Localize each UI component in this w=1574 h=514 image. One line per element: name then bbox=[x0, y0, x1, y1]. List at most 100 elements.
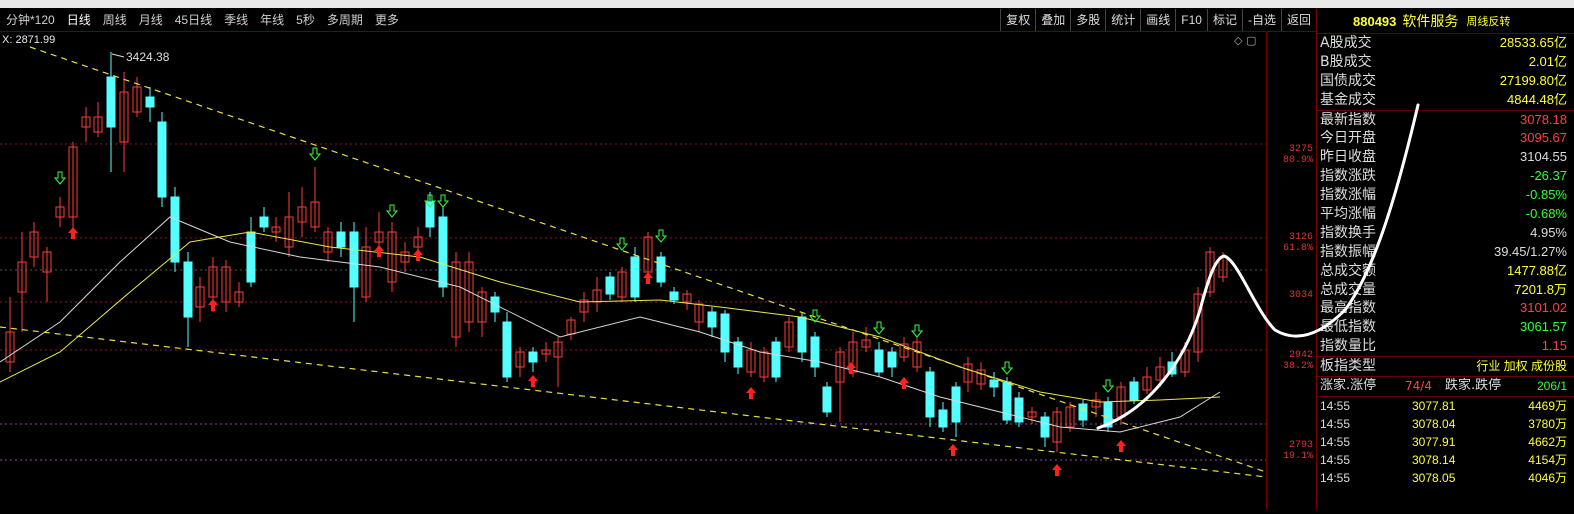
buy-signal-arrow bbox=[413, 249, 423, 261]
period-tab[interactable]: 日线 bbox=[61, 9, 97, 31]
period-tab[interactable]: 5秒 bbox=[290, 9, 321, 31]
breadth-up-label: 涨家.涨停 bbox=[1320, 378, 1377, 394]
stat-label: 最高指数 bbox=[1320, 300, 1376, 317]
tool-button[interactable]: F10 bbox=[1175, 9, 1207, 31]
candle-body bbox=[669, 291, 679, 301]
tick-row: 14:55 3077.91 4662万 bbox=[1317, 433, 1574, 451]
period-tab[interactable]: 多周期 bbox=[321, 9, 369, 31]
stat-value: 3078.18 bbox=[1520, 111, 1567, 127]
chart-canvas[interactable]: 3424.38 bbox=[0, 32, 1267, 510]
stat-value: -26.37 bbox=[1530, 168, 1567, 184]
stat-row: 国债成交 27199.80亿 bbox=[1317, 72, 1574, 91]
stat-value: 39.45/1.27% bbox=[1493, 243, 1567, 259]
stat-label: 今日开盘 bbox=[1320, 130, 1376, 147]
stat-value: 3061.57 bbox=[1520, 319, 1567, 335]
tool-button[interactable]: 复权 bbox=[1000, 9, 1035, 31]
period-tabs: 分钟*120 日线 周线 月线 45日线 季线 年线 5秒 多周期 更多 bbox=[0, 9, 405, 31]
stat-label: 平均涨幅 bbox=[1320, 206, 1376, 223]
sell-signal-arrow bbox=[385, 204, 399, 218]
stat-row: 昨日收盘 3104.55 bbox=[1317, 148, 1574, 167]
stat-value: 3101.02 bbox=[1520, 300, 1567, 316]
stat-label: 基金成交 bbox=[1320, 91, 1376, 108]
stat-value: 4.95% bbox=[1530, 224, 1567, 240]
tick-list: 14:55 3077.81 4469万 14:55 3078.04 3780万 14:55 3… bbox=[1317, 397, 1574, 487]
tick-price: 3078.04 bbox=[1412, 416, 1456, 431]
axis-price-label: 3126 bbox=[1288, 232, 1313, 243]
tool-button[interactable]: 返回 bbox=[1280, 9, 1316, 31]
stat-value: 2.01亿 bbox=[1528, 53, 1567, 69]
tool-button[interactable]: 画线 bbox=[1140, 9, 1175, 31]
buy-signal-arrow bbox=[899, 377, 909, 389]
period-tab[interactable]: 更多 bbox=[369, 9, 405, 31]
candle-body bbox=[336, 231, 346, 248]
breadth-up-value: 74/4 bbox=[1405, 379, 1432, 394]
candle-body bbox=[989, 379, 999, 388]
tool-button[interactable]: 统计 bbox=[1105, 9, 1140, 31]
index-code: 880493 bbox=[1353, 13, 1397, 29]
chart-settings-icons[interactable]: ◇ ▢ bbox=[1234, 34, 1256, 47]
axis-fib-label: 19.1% bbox=[1282, 451, 1313, 462]
axis-fib-label: 38.2% bbox=[1282, 361, 1313, 372]
index-type-label: 板指类型 bbox=[1320, 358, 1376, 375]
buy-signal-arrow bbox=[208, 299, 218, 311]
candle-body bbox=[349, 231, 359, 288]
stat-label: A股成交 bbox=[1320, 35, 1372, 51]
index-stats-list: 最新指数 3078.18 今日开盘 3095.67 昨日收盘 3104.55 指数涨跌 -26… bbox=[1317, 111, 1574, 357]
tool-button[interactable]: -自选 bbox=[1241, 9, 1281, 31]
stat-value: 1477.88亿 bbox=[1507, 262, 1567, 278]
buy-signal-arrow bbox=[1116, 440, 1126, 452]
breadth-row: 涨家.涨停 74/4 跌家.跌停 206/1 bbox=[1317, 377, 1574, 396]
candle-body bbox=[145, 96, 155, 108]
stat-row: 总成交量 7201.8万 bbox=[1317, 281, 1574, 300]
stat-label: 指数振幅 bbox=[1320, 243, 1376, 260]
stat-row: 最低指数 3061.57 bbox=[1317, 318, 1574, 337]
candle-body bbox=[246, 231, 256, 283]
tick-row: 14:55 3078.04 3780万 bbox=[1317, 415, 1574, 433]
stat-value: 3095.67 bbox=[1520, 130, 1567, 146]
candle-body bbox=[771, 341, 781, 378]
period-tab[interactable]: 月线 bbox=[133, 9, 169, 31]
stat-row: A股成交 28533.65亿 bbox=[1317, 34, 1574, 53]
period-tab[interactable]: 季线 bbox=[218, 9, 254, 31]
candle-body bbox=[438, 216, 448, 288]
tick-price: 3078.05 bbox=[1412, 470, 1456, 485]
tick-price: 3077.81 bbox=[1412, 398, 1456, 413]
market-volume-list: A股成交 28533.65亿 B股成交 2.01亿 国债成交 27199.80亿 基金成交 4… bbox=[1317, 34, 1574, 110]
axis-fib-label: 80.9% bbox=[1282, 155, 1313, 166]
sell-signal-arrow bbox=[654, 229, 668, 243]
sell-signal-arrow bbox=[1101, 379, 1115, 393]
candle-body bbox=[951, 386, 961, 423]
stat-row: 最新指数 3078.18 bbox=[1317, 111, 1574, 130]
period-tab[interactable]: 分钟*120 bbox=[0, 9, 61, 31]
period-tab[interactable]: 周线 bbox=[97, 9, 133, 31]
tool-button[interactable]: 标记 bbox=[1206, 9, 1242, 31]
candle-body bbox=[887, 351, 897, 368]
axis-price-label: 2793 bbox=[1288, 440, 1313, 451]
candle-body bbox=[157, 121, 167, 198]
period-tab[interactable]: 年线 bbox=[254, 9, 290, 31]
index-type-value: 行业 加权 成份股 bbox=[1476, 359, 1567, 374]
axis-price-label: 3275 bbox=[1288, 144, 1313, 155]
buy-signal-arrow bbox=[643, 272, 653, 284]
stat-label: B股成交 bbox=[1320, 53, 1372, 70]
candle-body bbox=[425, 201, 435, 228]
panel-header: 880493 软件服务 周线反转 bbox=[1317, 9, 1574, 34]
quote-panel: 880493 软件服务 周线反转 A股成交 28533.65亿 B股成交 2.01亿国… bbox=[1316, 9, 1574, 510]
tick-volume: 4662万 bbox=[1528, 434, 1567, 449]
candle-body bbox=[874, 349, 884, 373]
stat-label: 国债成交 bbox=[1320, 72, 1376, 89]
stat-label: 昨日收盘 bbox=[1320, 149, 1376, 166]
buy-signal-arrow bbox=[746, 387, 756, 399]
tool-button[interactable]: 叠加 bbox=[1035, 9, 1070, 31]
buy-signal-arrow bbox=[528, 375, 538, 387]
stat-value: 7201.8万 bbox=[1514, 281, 1567, 297]
candle-body bbox=[1129, 381, 1139, 401]
period-tab[interactable]: 45日线 bbox=[169, 9, 218, 31]
axis-price-label: 2942 bbox=[1288, 350, 1313, 361]
tool-button[interactable]: 多股 bbox=[1070, 9, 1105, 31]
stat-row: B股成交 2.01亿 bbox=[1317, 53, 1574, 72]
axis-price-label: 3034 bbox=[1288, 290, 1313, 301]
axis-fib-label: 61.8% bbox=[1282, 243, 1313, 254]
sell-signal-arrow bbox=[308, 147, 322, 161]
candlestick-chart[interactable]: 3424.38 bbox=[0, 32, 1267, 510]
